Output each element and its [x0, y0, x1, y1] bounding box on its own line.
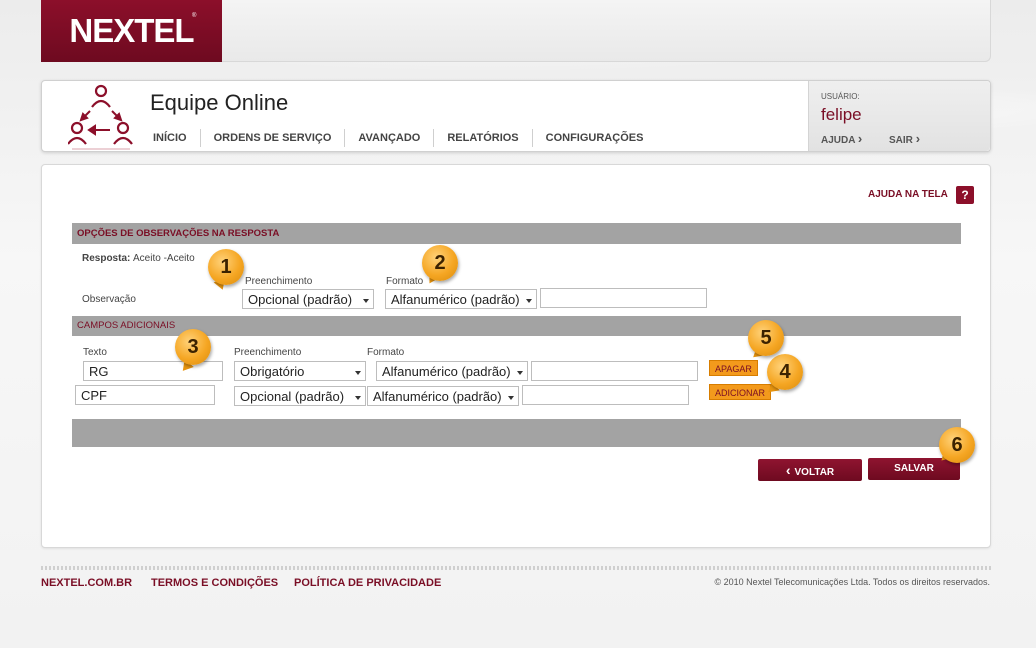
nav-inicio[interactable]: INÍCIO: [140, 129, 200, 147]
add-button[interactable]: ADICIONAR: [709, 384, 772, 400]
obs-format-select[interactable]: Alfanumérico (padrão): [385, 289, 537, 309]
field-fill-select[interactable]: Opcional (padrão): [234, 386, 366, 406]
chevron-right-icon: ›: [857, 131, 863, 146]
field-format-select[interactable]: Alfanumérico (padrão): [367, 386, 519, 406]
field-fill-value: Obrigatório: [240, 364, 305, 379]
logout-link-label: SAIR: [889, 135, 913, 146]
chevron-down-icon: [355, 371, 361, 375]
callout-badge-1: 1: [208, 249, 244, 285]
format-column-label: Formato: [367, 347, 405, 358]
callout-badge-3: 3: [175, 329, 211, 365]
nav-avancado[interactable]: AVANÇADO: [344, 129, 433, 147]
back-button-label: VOLTAR: [794, 467, 835, 478]
field-format-value: Alfanumérico (padrão): [373, 389, 502, 404]
field-format-value: Alfanumérico (padrão): [382, 364, 511, 379]
obs-section-header: OPÇÕES DE OBSERVAÇÕES NA RESPOSTA: [72, 223, 961, 244]
chevron-left-icon: ‹: [785, 462, 791, 478]
footer-link-nextel[interactable]: NEXTEL.COM.BR: [41, 577, 132, 589]
main-nav: INÍCIO ORDENS DE SERVIÇO AVANÇADO RELATÓ…: [140, 129, 656, 147]
user-caption: USUÁRIO:: [821, 92, 860, 101]
nav-ordens-de-servico[interactable]: ORDENS DE SERVIÇO: [199, 129, 345, 147]
field-fill-value: Opcional (padrão): [240, 389, 345, 404]
footer-link-privacy[interactable]: POLÍTICA DE PRIVACIDADE: [294, 577, 441, 589]
chevron-down-icon: [517, 371, 523, 375]
obs-fill-label: Preenchimento: [245, 276, 313, 287]
field-text-input[interactable]: CPF: [75, 385, 215, 405]
footer-link-terms[interactable]: TERMOS E CONDIÇÕES: [151, 577, 278, 589]
nextel-logo[interactable]: NEXTEL: [41, 0, 222, 62]
logo-text: NEXTEL: [69, 12, 194, 49]
response-label: Resposta:: [82, 253, 131, 264]
obs-fill-value: Opcional (padrão): [248, 292, 353, 307]
field-fill-select[interactable]: Obrigatório: [234, 361, 366, 381]
response-value: Aceito -Aceito: [133, 253, 195, 264]
obs-format-value: Alfanumérico (padrão): [391, 292, 520, 307]
callout-badge-6: 6: [939, 427, 975, 463]
user-name: felipe: [821, 105, 862, 124]
callout-badge-4: 4: [767, 354, 803, 390]
field-text-input[interactable]: RG: [83, 361, 223, 381]
nav-configuracoes[interactable]: CONFIGURAÇÕES: [531, 129, 657, 147]
obs-format-label: Formato: [386, 276, 424, 287]
app-header: Equipe Online INÍCIO ORDENS DE SERVIÇO A…: [41, 80, 991, 152]
user-panel: USUÁRIO: felipe AJUDA › SAIR ›: [808, 81, 990, 151]
callout-badge-5: 5: [748, 320, 784, 356]
main-panel: AJUDA NA TELA ? OPÇÕES DE OBSERVAÇÕES NA…: [41, 164, 991, 548]
text-column-label: Texto: [83, 347, 107, 358]
obs-row-label: Observação: [82, 294, 136, 305]
chevron-down-icon: [526, 299, 532, 303]
obs-extra-input[interactable]: [540, 288, 707, 308]
fill-column-label: Preenchimento: [234, 347, 302, 358]
logout-link[interactable]: SAIR ›: [889, 131, 920, 146]
chevron-down-icon: [355, 396, 361, 400]
app-title: Equipe Online: [150, 90, 289, 115]
help-link[interactable]: AJUDA ›: [821, 131, 862, 146]
section-footer-bar: [72, 419, 961, 447]
copyright-text: © 2010 Nextel Telecomunicações Ltda. Tod…: [714, 577, 990, 587]
chevron-down-icon: [363, 299, 369, 303]
nav-relatorios[interactable]: RELATÓRIOS: [433, 129, 531, 147]
logo-trademark: ®: [192, 13, 197, 19]
back-button[interactable]: ‹ VOLTAR: [758, 459, 862, 481]
field-extra-input[interactable]: [531, 361, 698, 381]
team-org-icon: [68, 84, 133, 150]
footer-divider: [41, 566, 991, 570]
callout-badge-2: 2: [422, 245, 458, 281]
obs-fill-select[interactable]: Opcional (padrão): [242, 289, 374, 309]
screen-help-link[interactable]: AJUDA NA TELA: [868, 189, 948, 200]
chevron-down-icon: [508, 396, 514, 400]
help-link-label: AJUDA: [821, 135, 856, 146]
chevron-right-icon: ›: [915, 131, 921, 146]
field-extra-input[interactable]: [522, 385, 689, 405]
field-format-select[interactable]: Alfanumérico (padrão): [376, 361, 528, 381]
help-question-icon[interactable]: ?: [956, 186, 974, 204]
delete-button[interactable]: APAGAR: [709, 360, 758, 376]
